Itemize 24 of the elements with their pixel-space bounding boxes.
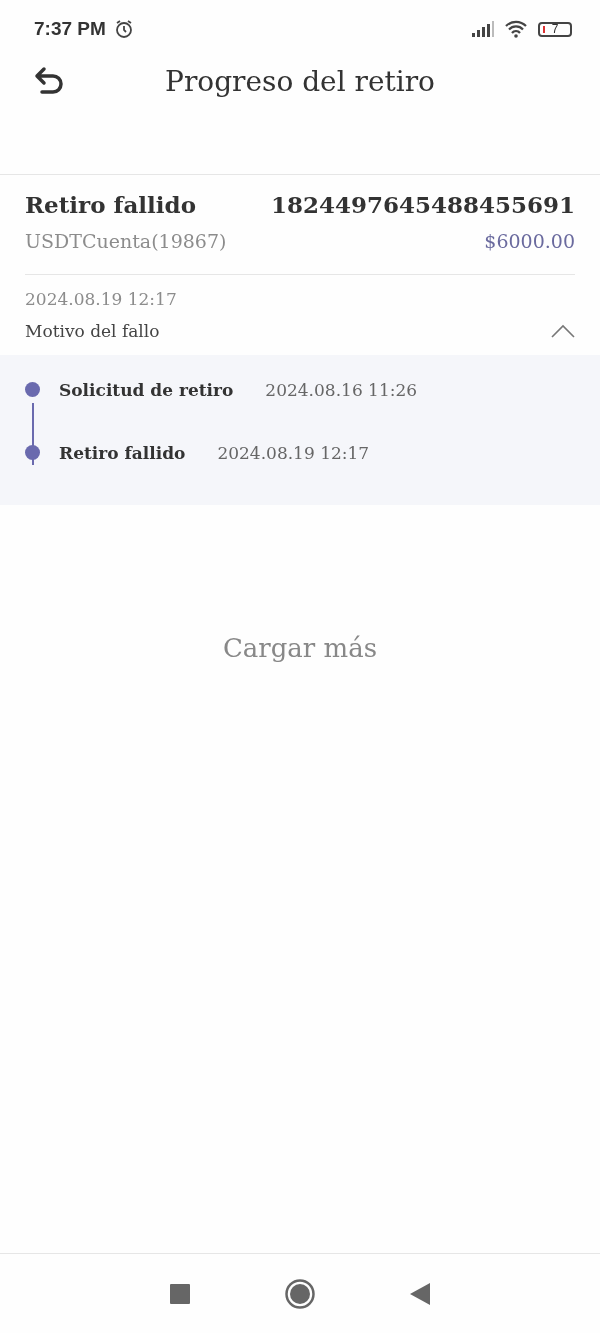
battery-indicator: 7: [538, 21, 572, 37]
failure-reason-label: Motivo del fallo: [25, 321, 160, 341]
recents-icon[interactable]: [170, 1283, 190, 1304]
timeline-dot: [25, 382, 40, 397]
timeline-label: Retiro fallido: [59, 442, 186, 463]
status-time: 7:37 PM: [34, 18, 106, 40]
timeline-time: 2024.08.16 11:26: [265, 379, 418, 400]
load-more-button[interactable]: Cargar más: [222, 633, 378, 663]
signal-icon: [472, 21, 494, 37]
withdrawal-status: Retiro fallido: [25, 191, 196, 218]
back-icon[interactable]: [34, 66, 66, 96]
withdrawal-amount: $6000.00: [484, 230, 575, 252]
order-id: 1824497645488455691: [270, 191, 575, 218]
back-nav-icon[interactable]: [410, 1282, 430, 1305]
home-icon[interactable]: [285, 1278, 315, 1309]
page-title: Progreso del retiro: [165, 64, 435, 98]
account-name: USDTCuenta(19867): [25, 230, 227, 252]
timeline-dot: [25, 445, 40, 460]
timeline-label: Solicitud de retiro: [59, 379, 234, 400]
withdrawal-date: 2024.08.19 12:17: [25, 289, 178, 309]
chevron-up-icon[interactable]: [551, 324, 575, 338]
wifi-icon: [504, 20, 528, 38]
alarm-icon: [113, 19, 134, 39]
timeline-time: 2024.08.19 12:17: [217, 442, 370, 463]
